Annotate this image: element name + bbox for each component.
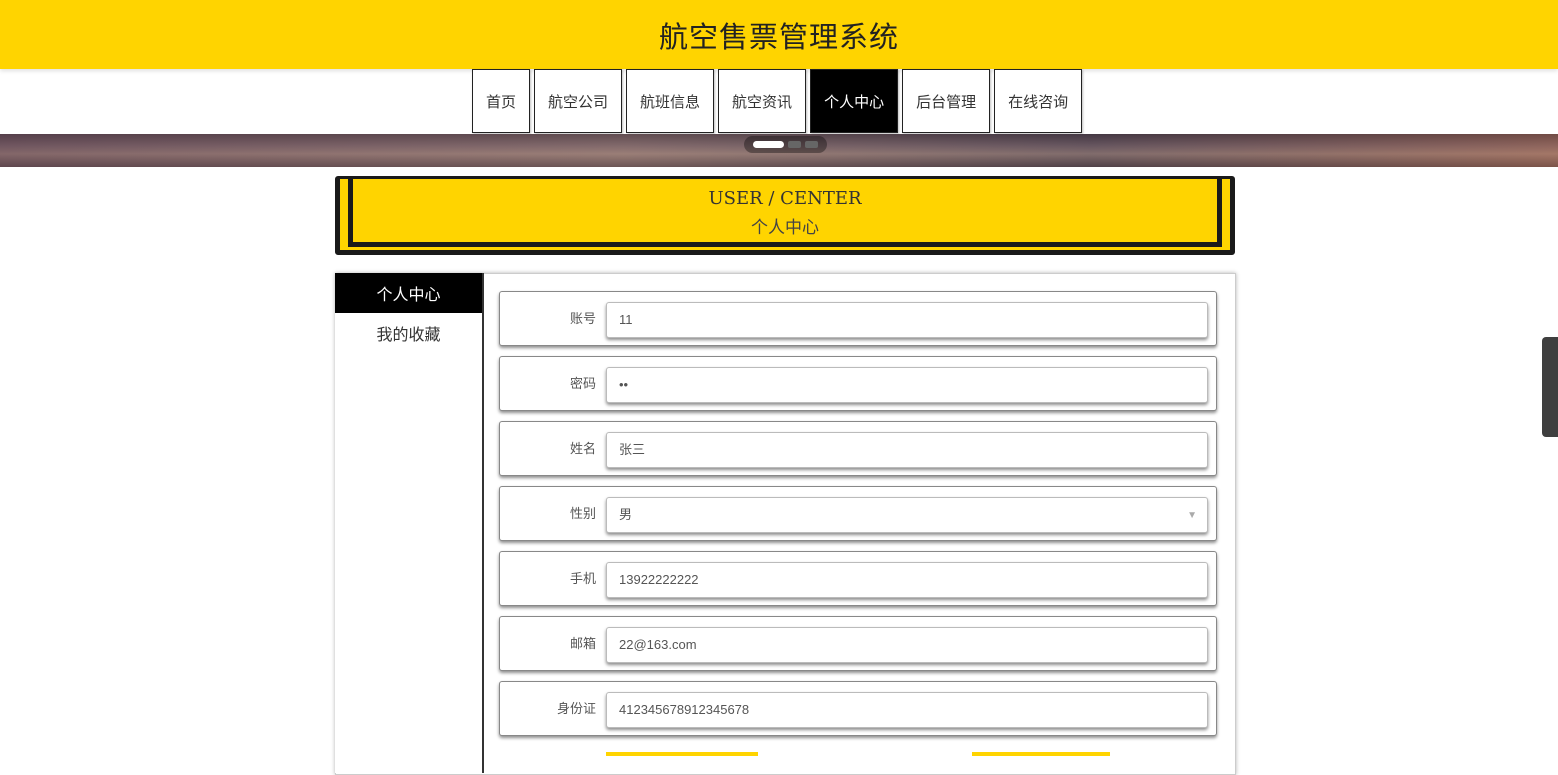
section-title-cn: 个人中心 — [751, 218, 819, 238]
password-input[interactable]: •• — [606, 367, 1208, 403]
form-row-gender: 性别 男 ▼ — [499, 486, 1217, 541]
form-row-email: 邮箱 22@163.com — [499, 616, 1217, 671]
section-title-en: USER / CENTER — [708, 188, 862, 209]
form-row-phone: 手机 13922222222 — [499, 551, 1217, 606]
name-label: 姓名 — [569, 442, 596, 457]
account-label: 账号 — [569, 312, 596, 327]
nav-item-news[interactable]: 航空资讯 — [718, 69, 807, 133]
site-title: 航空售票管理系统 — [658, 19, 899, 54]
nav-item-flights[interactable]: 航班信息 — [626, 69, 715, 133]
main-nav: 首页 航空公司 航班信息 航空资讯 个人中心 后台管理 在线咨询 — [472, 69, 1083, 133]
form-row-id-card: 身份证 412345678912345678 — [499, 681, 1217, 736]
id-card-input[interactable]: 412345678912345678 — [606, 692, 1208, 728]
gender-label: 性别 — [569, 507, 596, 522]
carousel-indicators — [744, 136, 827, 153]
section-header: USER / CENTER 个人中心 — [335, 176, 1235, 255]
id-card-label: 身份证 — [556, 702, 596, 717]
form-row-account: 账号 11 — [499, 291, 1217, 346]
nav-item-airlines[interactable]: 航空公司 — [534, 69, 623, 133]
nav-item-home[interactable]: 首页 — [472, 69, 531, 133]
sidebar-item-user-center[interactable]: 个人中心 — [335, 273, 482, 313]
gender-select[interactable]: 男 ▼ — [606, 497, 1208, 533]
sidebar: 个人中心 我的收藏 — [335, 273, 484, 773]
form-row-name: 姓名 张三 — [499, 421, 1217, 476]
password-label: 密码 — [569, 377, 596, 392]
side-float-handle[interactable] — [1542, 337, 1558, 437]
nav-item-user-center[interactable]: 个人中心 — [810, 69, 899, 133]
gender-value: 男 — [619, 507, 633, 522]
email-input[interactable]: 22@163.com — [606, 627, 1208, 663]
nav-item-consult[interactable]: 在线咨询 — [994, 69, 1083, 133]
form-row-password: 密码 •• — [499, 356, 1217, 411]
profile-form: 账号 11 密码 •• 姓名 张三 性别 男 ▼ 手机 13922222222 … — [499, 291, 1217, 746]
sidebar-item-favorites[interactable]: 我的收藏 — [335, 313, 482, 353]
header-bar: 航空售票管理系统 — [0, 0, 1558, 69]
phone-label: 手机 — [569, 572, 596, 587]
chevron-down-icon: ▼ — [1187, 510, 1197, 521]
update-button[interactable] — [606, 752, 758, 756]
carousel-dot-1[interactable] — [753, 141, 784, 148]
nav-item-admin[interactable]: 后台管理 — [902, 69, 991, 133]
name-input[interactable]: 张三 — [606, 432, 1208, 468]
account-input[interactable]: 11 — [606, 302, 1208, 338]
carousel-dot-3[interactable] — [805, 141, 818, 148]
logout-button[interactable] — [972, 752, 1110, 756]
carousel-dot-2[interactable] — [788, 141, 801, 148]
email-label: 邮箱 — [569, 637, 596, 652]
phone-input[interactable]: 13922222222 — [606, 562, 1208, 598]
